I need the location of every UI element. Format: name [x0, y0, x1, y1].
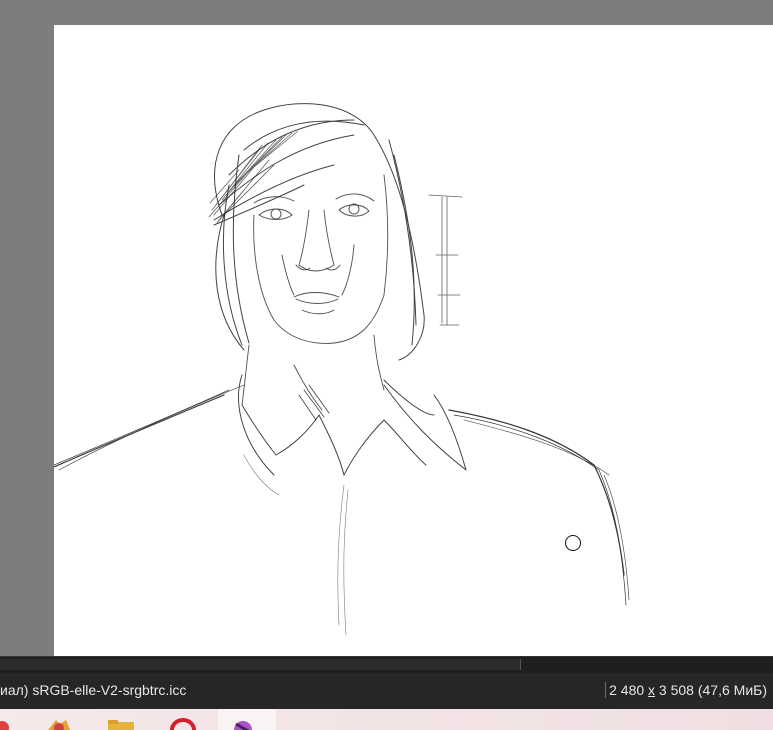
drawing-canvas[interactable]	[54, 25, 773, 656]
image-size-suffix: 3 508 (47,6 МиБ)	[655, 682, 767, 698]
browser-icon[interactable]	[44, 718, 74, 730]
image-size-label[interactable]: 2 480 x 3 508 (47,6 МиБ)	[605, 682, 767, 698]
scrollbar-thumb[interactable]	[0, 659, 521, 670]
canvas-workspace[interactable]	[0, 0, 773, 656]
opera-icon[interactable]	[168, 718, 198, 730]
taskbar	[0, 709, 773, 730]
krita-icon[interactable]	[228, 718, 258, 730]
folder-icon[interactable]	[106, 718, 136, 730]
status-bar: иал) sRGB-elle-V2-srgbtrc.icc 2 480 x 3 …	[0, 673, 773, 709]
color-profile-label[interactable]: иал) sRGB-elle-V2-srgbtrc.icc	[0, 682, 186, 698]
image-size-prefix: 2 480	[609, 682, 649, 698]
sketch-drawing	[54, 103, 630, 636]
app-icon[interactable]	[0, 718, 14, 730]
brush-cursor-icon	[565, 535, 581, 551]
horizontal-scrollbar[interactable]	[0, 656, 773, 673]
image-size-x: x	[648, 682, 656, 698]
